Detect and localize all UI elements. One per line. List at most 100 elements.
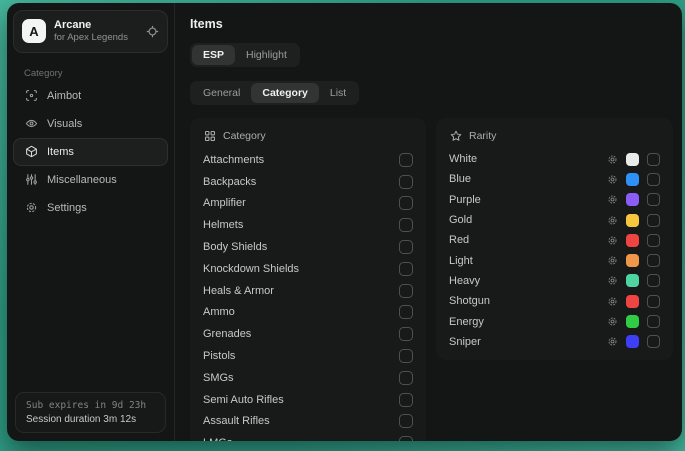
category-checkbox[interactable] [399, 436, 413, 441]
category-list: Attachments Backpacks Amplifier Helmets … [203, 149, 413, 441]
rarity-settings-gear-icon[interactable] [607, 316, 618, 327]
rarity-color-swatch[interactable] [626, 295, 639, 308]
rarity-color-swatch[interactable] [626, 153, 639, 166]
rarity-color-swatch[interactable] [626, 214, 639, 227]
app-title: Arcane [54, 18, 138, 32]
session-duration-text: Session duration 3m 12s [26, 414, 155, 425]
rarity-settings-gear-icon[interactable] [607, 194, 618, 205]
category-row-label: Ammo [203, 306, 399, 318]
tab-list[interactable]: List [319, 83, 357, 103]
category-checkbox[interactable] [399, 175, 413, 189]
rarity-checkbox[interactable] [647, 193, 660, 206]
rarity-row-label: Sniper [449, 336, 607, 348]
sidebar-item-label: Visuals [47, 118, 82, 130]
category-row: Amplifier [203, 193, 413, 215]
rarity-settings-gear-icon[interactable] [607, 336, 618, 347]
rarity-row-label: Heavy [449, 275, 607, 287]
category-row: LMGs [203, 432, 413, 441]
rarity-checkbox[interactable] [647, 295, 660, 308]
category-row: Knockdown Shields [203, 258, 413, 280]
category-checkbox[interactable] [399, 218, 413, 232]
category-checkbox[interactable] [399, 305, 413, 319]
rarity-row: Light [449, 250, 660, 270]
rarity-color-swatch[interactable] [626, 234, 639, 247]
app-logo: A [22, 19, 46, 43]
tab-category[interactable]: Category [251, 83, 319, 103]
rarity-checkbox[interactable] [647, 315, 660, 328]
category-row: Helmets [203, 214, 413, 236]
category-row-label: Amplifier [203, 197, 399, 209]
rarity-settings-gear-icon[interactable] [607, 154, 618, 165]
rarity-row-label: Shotgun [449, 295, 607, 307]
rarity-row: Shotgun [449, 291, 660, 311]
sidebar-item-visuals[interactable]: Visuals [13, 110, 168, 138]
sidebar: A Arcane for Apex Legends Category [7, 3, 175, 441]
rarity-color-swatch[interactable] [626, 315, 639, 328]
category-row-label: Attachments [203, 154, 399, 166]
category-checkbox[interactable] [399, 393, 413, 407]
panels-row: Category Attachments Backpacks Amplifier… [190, 118, 666, 441]
category-row: Assault Rifles [203, 411, 413, 433]
rarity-settings-gear-icon[interactable] [607, 235, 618, 246]
sidebar-item-label: Miscellaneous [47, 174, 117, 186]
rarity-checkbox[interactable] [647, 274, 660, 287]
category-row: Backpacks [203, 171, 413, 193]
rarity-settings-gear-icon[interactable] [607, 275, 618, 286]
category-panel: Category Attachments Backpacks Amplifier… [190, 118, 426, 441]
sidebar-item-items[interactable]: Items [13, 138, 168, 166]
tab-esp[interactable]: ESP [192, 45, 235, 65]
rarity-color-swatch[interactable] [626, 173, 639, 186]
tab-highlight[interactable]: Highlight [235, 45, 298, 65]
category-row-label: Backpacks [203, 176, 399, 188]
rarity-row: Gold [449, 210, 660, 230]
sidebar-item-settings[interactable]: Settings [13, 194, 168, 222]
category-checkbox[interactable] [399, 349, 413, 363]
target-icon[interactable] [146, 25, 159, 38]
rarity-checkbox[interactable] [647, 335, 660, 348]
rarity-checkbox[interactable] [647, 214, 660, 227]
rarity-color-swatch[interactable] [626, 254, 639, 267]
category-checkbox[interactable] [399, 284, 413, 298]
category-row-label: SMGs [203, 372, 399, 384]
rarity-settings-gear-icon[interactable] [607, 296, 618, 307]
sliders-icon [25, 173, 38, 186]
rarity-checkbox[interactable] [647, 153, 660, 166]
category-checkbox[interactable] [399, 196, 413, 210]
rarity-row: Blue [449, 169, 660, 189]
star-icon [450, 130, 462, 142]
category-checkbox[interactable] [399, 371, 413, 385]
category-checkbox[interactable] [399, 327, 413, 341]
category-row-label: Heals & Armor [203, 285, 399, 297]
rarity-color-swatch[interactable] [626, 335, 639, 348]
rarity-settings-gear-icon[interactable] [607, 255, 618, 266]
category-checkbox[interactable] [399, 414, 413, 428]
rarity-row: Red [449, 230, 660, 250]
rarity-checkbox[interactable] [647, 254, 660, 267]
brand-text: Arcane for Apex Legends [54, 18, 138, 45]
rarity-row-label: Blue [449, 173, 607, 185]
eye-icon [25, 117, 38, 130]
rarity-color-swatch[interactable] [626, 274, 639, 287]
category-panel-header: Category [203, 128, 413, 149]
category-row-label: Assault Rifles [203, 415, 399, 427]
sidebar-item-miscellaneous[interactable]: Miscellaneous [13, 166, 168, 194]
main-content: Items ESP Highlight General Category Lis… [175, 3, 682, 441]
category-checkbox[interactable] [399, 262, 413, 276]
category-checkbox[interactable] [399, 153, 413, 167]
sidebar-item-aimbot[interactable]: Aimbot [13, 82, 168, 110]
rarity-row: Heavy [449, 271, 660, 291]
rarity-row-label: Light [449, 255, 607, 267]
rarity-checkbox[interactable] [647, 234, 660, 247]
rarity-settings-gear-icon[interactable] [607, 174, 618, 185]
rarity-color-swatch[interactable] [626, 193, 639, 206]
category-row-label: Helmets [203, 219, 399, 231]
sidebar-item-label: Aimbot [47, 90, 81, 102]
rarity-row: Energy [449, 311, 660, 331]
rarity-row: Purple [449, 190, 660, 210]
category-checkbox[interactable] [399, 240, 413, 254]
tab-general[interactable]: General [192, 83, 251, 103]
rarity-list: White Blue Purple [449, 149, 660, 352]
category-row: Body Shields [203, 236, 413, 258]
rarity-settings-gear-icon[interactable] [607, 215, 618, 226]
rarity-checkbox[interactable] [647, 173, 660, 186]
